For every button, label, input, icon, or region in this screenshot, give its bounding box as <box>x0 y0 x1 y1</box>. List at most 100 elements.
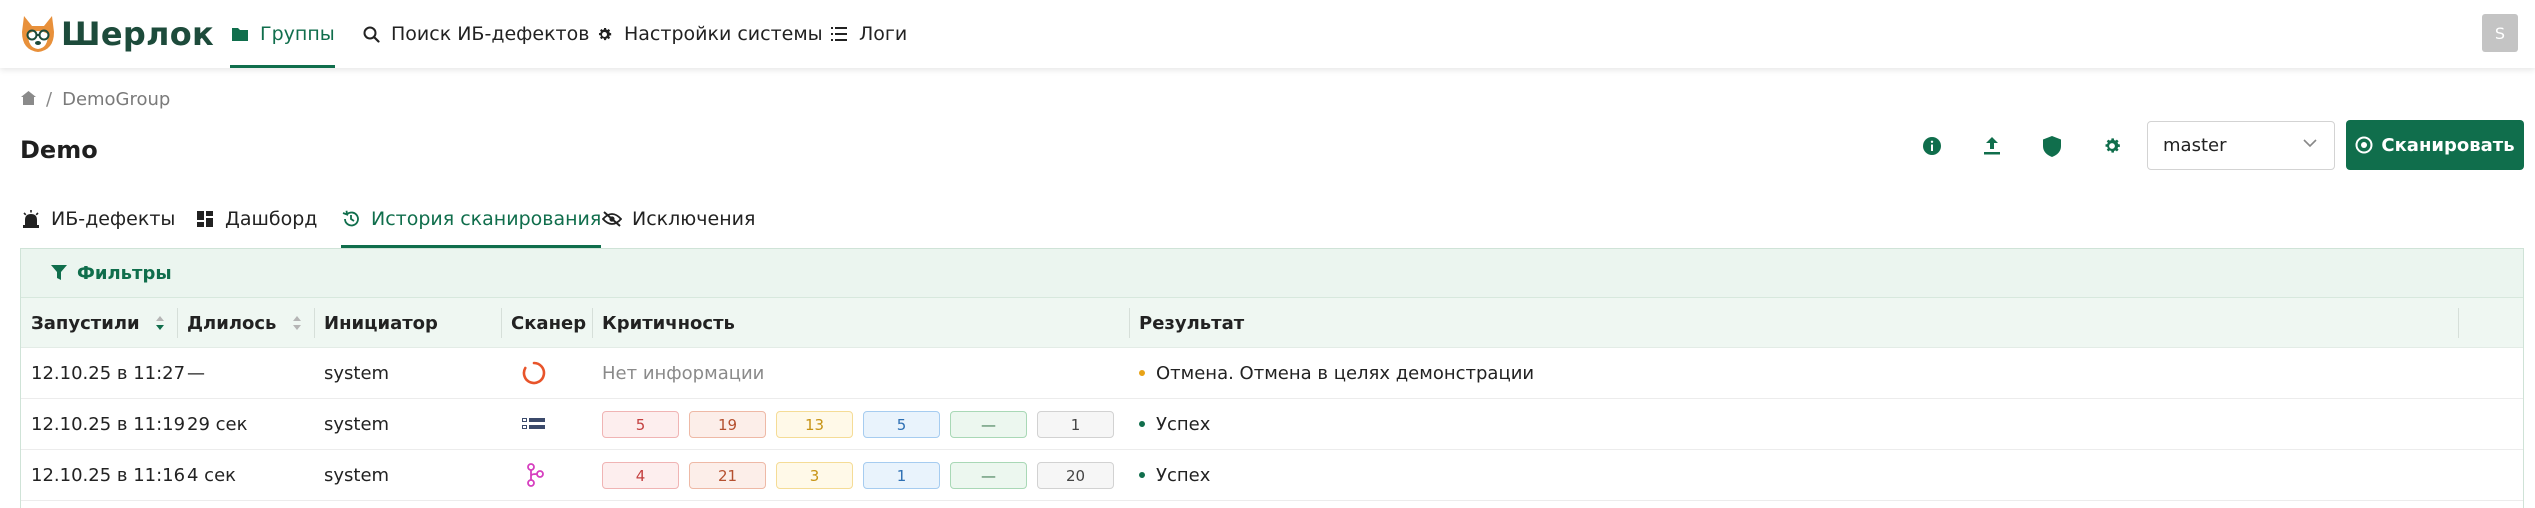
severity-critical-badge: 5 <box>602 411 679 438</box>
severity-high-badge: 21 <box>689 462 766 489</box>
security-button[interactable] <box>2034 128 2070 164</box>
result-text: Успех <box>1156 464 1211 486</box>
filters-label: Фильтры <box>77 262 172 284</box>
tab-defects-label: ИБ-дефекты <box>51 208 176 230</box>
cell-started: 12.10.25 в 11:19 <box>31 413 186 435</box>
settings-button[interactable] <box>2094 128 2130 164</box>
cell-no-info: Нет информации <box>602 362 765 384</box>
scanner-branch-icon <box>527 463 544 487</box>
severity-low-badge: 1 <box>863 462 940 489</box>
column-scanner-label: Сканер <box>511 312 587 334</box>
logo-dog-icon <box>22 16 54 52</box>
severity-low-badge: 5 <box>863 411 940 438</box>
status-dot-warning <box>1139 370 1145 376</box>
folder-icon <box>230 24 250 44</box>
nav-logs-label: Логи <box>859 23 908 45</box>
cell-duration: 29 сек <box>187 413 248 435</box>
nav-groups[interactable]: Группы <box>230 0 335 68</box>
nav-settings[interactable]: Настройки системы <box>594 0 823 68</box>
sort-icon[interactable] <box>291 313 303 333</box>
home-icon[interactable] <box>21 89 36 110</box>
tab-dashboard-label: Дашборд <box>225 208 318 230</box>
tab-history[interactable]: История сканирования <box>341 202 602 248</box>
gear-icon <box>594 24 614 44</box>
column-duration[interactable]: Длилось <box>177 298 276 348</box>
severity-medium-badge: 13 <box>776 411 853 438</box>
severity-medium-badge: 3 <box>776 462 853 489</box>
column-initiator[interactable]: Инициатор <box>314 298 438 348</box>
app-logo[interactable]: Шерлок <box>18 12 214 56</box>
nav-logs[interactable]: Логи <box>829 0 907 68</box>
cell-scanner <box>516 450 544 500</box>
chevron-down-icon <box>2303 139 2317 148</box>
app-name: Шерлок <box>61 15 215 53</box>
history-icon <box>341 209 361 229</box>
result-text: Успех <box>1156 413 1211 435</box>
severity-unknown-badge: 20 <box>1037 462 1114 489</box>
scanner-list-icon <box>522 418 545 429</box>
column-result-label: Результат <box>1139 312 1245 334</box>
severity-info-badge: — <box>950 462 1027 489</box>
column-divider <box>2458 308 2459 338</box>
gear-icon <box>2105 138 2120 153</box>
eye-off-icon <box>602 209 622 229</box>
nav-search-label: Поиск ИБ-дефектов <box>391 23 590 45</box>
column-result[interactable]: Результат <box>1129 298 1244 348</box>
breadcrumb-separator: / <box>46 89 53 110</box>
shield-icon <box>2043 135 2061 157</box>
nav-groups-label: Группы <box>260 23 335 45</box>
tab-history-label: История сканирования <box>371 208 602 230</box>
tab-dashboard[interactable]: Дашборд <box>195 202 317 248</box>
upload-icon <box>1984 137 2000 155</box>
nav-settings-label: Настройки системы <box>624 23 823 45</box>
sort-desc-icon[interactable] <box>154 313 166 333</box>
top-navigation-bar: Шерлок Группы Поиск ИБ-дефектов Настройк… <box>0 0 2535 68</box>
column-started[interactable]: Запустили <box>21 298 140 348</box>
breadcrumb-current[interactable]: DemoGroup <box>62 89 170 110</box>
cell-duration: 4 сек <box>187 464 237 486</box>
column-started-label: Запустили <box>31 312 140 334</box>
user-avatar[interactable]: S <box>2482 14 2518 52</box>
status-dot-success <box>1139 472 1145 478</box>
page-title: Demo <box>20 136 98 164</box>
severity-unknown-badge: 1 <box>1037 411 1114 438</box>
column-severity-label: Критичность <box>602 312 735 334</box>
cell-initiator: system <box>324 464 390 486</box>
column-severity[interactable]: Критичность <box>592 298 735 348</box>
breadcrumb: / DemoGroup <box>21 89 170 110</box>
tab-defects[interactable]: ИБ-дефекты <box>21 202 175 248</box>
upload-button[interactable] <box>1974 128 2010 164</box>
cell-scanner <box>511 348 547 398</box>
table-row[interactable]: 12.10.25 в 11:16 4 сек system 4 21 3 1 —… <box>21 450 2523 501</box>
list-icon <box>829 24 849 44</box>
severity-info-badge: — <box>950 411 1027 438</box>
scan-button[interactable]: Сканировать <box>2346 120 2524 170</box>
nav-search[interactable]: Поиск ИБ-дефектов <box>361 0 589 68</box>
cell-duration: — <box>187 362 205 384</box>
branch-select-value: master <box>2163 135 2227 156</box>
cell-result: Успех <box>1129 399 1210 449</box>
cell-result: Успех <box>1129 450 1210 500</box>
info-button[interactable] <box>1914 128 1950 164</box>
scan-history-panel: Фильтры Запустили Длилось Инициатор Скан… <box>20 248 2524 508</box>
status-dot-success <box>1139 421 1145 427</box>
filter-icon <box>51 265 67 281</box>
table-row[interactable]: 12.10.25 в 11:19 29 сек system 5 19 13 5… <box>21 399 2523 450</box>
table-header: Запустили Длилось Инициатор Сканер Крити… <box>21 298 2523 348</box>
cell-scanner <box>511 399 547 449</box>
cell-result: Отмена. Отмена в целях демонстрации <box>1129 348 1534 398</box>
scan-icon <box>2355 136 2373 154</box>
severity-critical-badge: 4 <box>602 462 679 489</box>
dashboard-icon <box>195 209 215 229</box>
table-row[interactable]: 12.10.25 в 11:27 — system Нет информации… <box>21 348 2523 399</box>
scan-button-label: Сканировать <box>2381 134 2515 156</box>
search-icon <box>361 24 381 44</box>
branch-select[interactable]: master <box>2147 121 2335 170</box>
tab-exclusions[interactable]: Исключения <box>602 202 755 248</box>
column-scanner[interactable]: Сканер <box>501 298 586 348</box>
severity-high-badge: 19 <box>689 411 766 438</box>
filters-toggle[interactable]: Фильтры <box>21 249 2523 298</box>
alarm-icon <box>21 209 41 229</box>
column-duration-label: Длилось <box>187 312 277 334</box>
tab-exclusions-label: Исключения <box>632 208 756 230</box>
